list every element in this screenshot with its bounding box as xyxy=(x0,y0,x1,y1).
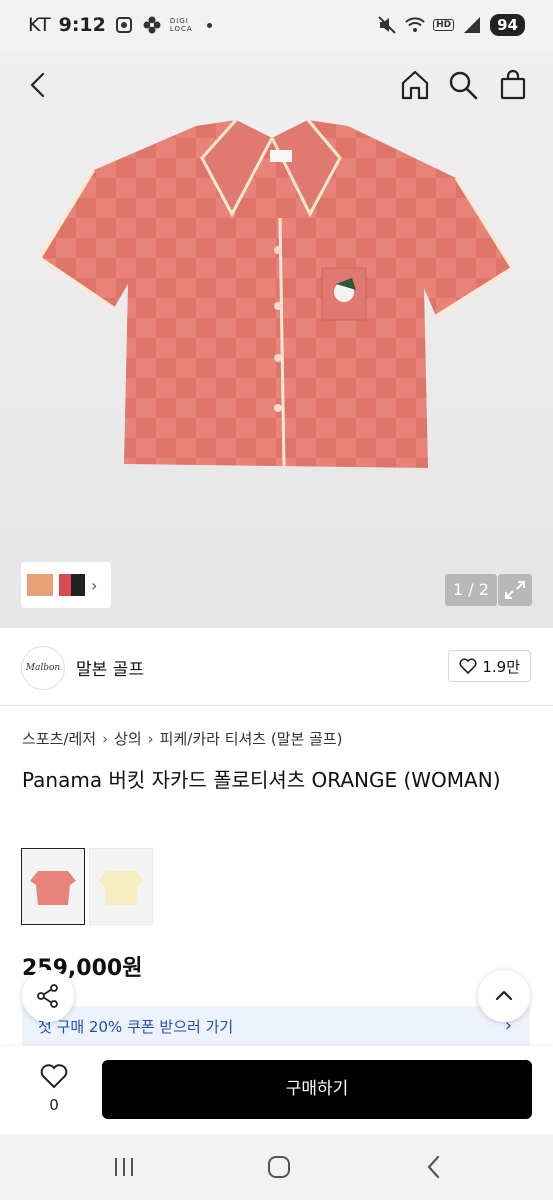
coupon-text: 첫 구매 20% 쿠폰 받으러 가기 xyxy=(38,1017,234,1036)
gallery-pager: 1 / 2 xyxy=(445,574,497,606)
shopping-bag-icon[interactable] xyxy=(496,68,530,102)
coupon-banner[interactable]: 첫 구매 20% 쿠폰 받으러 가기 › xyxy=(22,1006,530,1046)
carrier-label: KT xyxy=(28,14,51,36)
chevron-up-icon xyxy=(495,990,513,1001)
clock: 9:12 xyxy=(58,14,106,36)
brand-logo[interactable]: Malbon xyxy=(21,646,65,690)
thumbnail-image[interactable] xyxy=(57,568,87,602)
notification-dot xyxy=(206,22,212,28)
signal-icon xyxy=(464,17,481,33)
recent-apps-icon[interactable] xyxy=(112,1156,136,1178)
bottom-action-bar: 0 구매하기 xyxy=(0,1046,553,1134)
app-label-top: DIGI xyxy=(169,17,189,25)
battery-level: 94 xyxy=(490,14,525,36)
buy-button[interactable]: 구매하기 xyxy=(102,1060,532,1119)
color-options xyxy=(21,848,153,925)
app-label-bottom: LOCA xyxy=(169,25,193,33)
share-icon xyxy=(37,984,58,1008)
share-button[interactable] xyxy=(22,970,74,1022)
status-bar: KT 9:12 DIGI LOCA HD 94 xyxy=(0,0,553,52)
product-image xyxy=(37,118,515,468)
breadcrumb: 스포츠/레저 › 상의 › 피케/카라 티셔츠 (말본 골프) xyxy=(22,728,343,749)
thumbnail-strip[interactable]: › xyxy=(21,562,111,608)
chevron-right-icon: › xyxy=(102,729,109,748)
brand-like-button[interactable]: 1.9만 xyxy=(448,650,531,682)
android-nav-bar xyxy=(0,1134,553,1200)
scroll-top-button[interactable] xyxy=(478,970,530,1022)
search-icon[interactable] xyxy=(446,68,480,102)
app-label: DIGI LOCA xyxy=(170,17,193,33)
mute-icon xyxy=(378,16,396,34)
product-gallery[interactable]: › 1 / 2 xyxy=(0,52,553,628)
home-icon[interactable] xyxy=(398,68,432,102)
flower-icon xyxy=(143,16,161,34)
wishlist-button[interactable]: 0 xyxy=(34,1062,74,1114)
thumbnail-image[interactable] xyxy=(25,568,55,602)
expand-icon[interactable] xyxy=(498,574,532,606)
screenshot-icon xyxy=(115,17,132,33)
hd-badge: HD xyxy=(433,19,455,31)
breadcrumb-item[interactable]: 스포츠/레저 xyxy=(22,728,96,749)
wishlist-count: 0 xyxy=(49,1096,59,1114)
brand-row[interactable]: Malbon 말본 골프 1.9만 xyxy=(0,628,553,706)
home-nav-icon[interactable] xyxy=(266,1154,292,1180)
chevron-right-icon: › xyxy=(147,729,154,748)
heart-icon xyxy=(40,1064,68,1089)
heart-icon xyxy=(459,658,477,674)
back-nav-icon[interactable] xyxy=(422,1154,446,1180)
chevron-right-icon[interactable]: › xyxy=(91,576,97,595)
breadcrumb-item[interactable]: 피케/카라 티셔츠 (말본 골프) xyxy=(160,728,343,749)
breadcrumb-item[interactable]: 상의 xyxy=(114,728,142,749)
color-swatch-image xyxy=(98,870,144,905)
back-arrow-icon[interactable] xyxy=(22,68,56,102)
color-swatch-image xyxy=(30,870,76,905)
color-option-yellow[interactable] xyxy=(89,848,153,925)
product-title: Panama 버킷 자카드 폴로티셔츠 ORANGE (WOMAN) xyxy=(22,768,501,792)
brand-name[interactable]: 말본 골프 xyxy=(76,655,144,680)
color-option-orange[interactable] xyxy=(21,848,85,925)
wifi-icon xyxy=(405,17,425,32)
brand-like-count: 1.9만 xyxy=(482,657,520,676)
